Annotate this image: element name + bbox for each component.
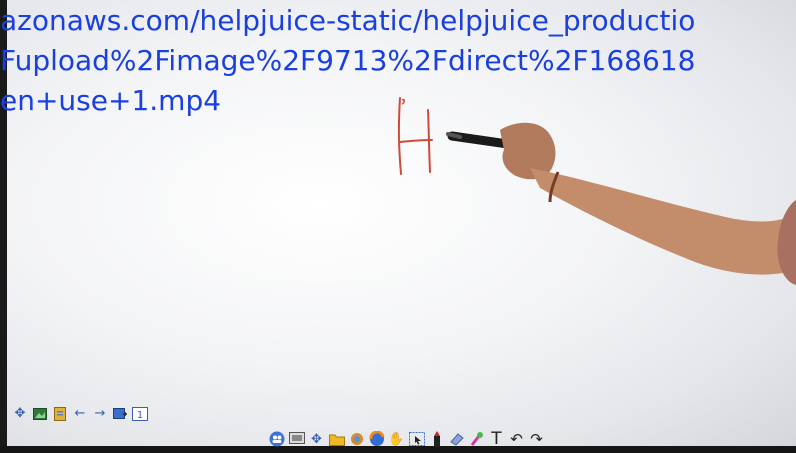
users-icon[interactable] <box>268 431 285 448</box>
browser-icon[interactable] <box>368 431 385 448</box>
move-icon[interactable]: ✥ <box>12 406 28 422</box>
file-icon[interactable] <box>52 406 68 422</box>
select-icon[interactable] <box>408 431 425 448</box>
page-number-icon[interactable]: 1 <box>132 406 148 422</box>
url-overlay-line-2: Fupload%2Fimage%2F9713%2Fdirect%2F168618 <box>0 44 696 77</box>
page-toolbar: ✥ ← → 1 <box>12 404 148 424</box>
pen-icon[interactable] <box>428 430 445 448</box>
brush-icon[interactable] <box>468 431 485 448</box>
presenter-arm <box>446 122 796 285</box>
redo-icon[interactable]: ↷ <box>528 430 545 448</box>
url-overlay-line-3: en+use+1.mp4 <box>0 84 222 117</box>
folder-icon[interactable] <box>328 431 345 448</box>
move-icon[interactable]: ✥ <box>308 431 325 448</box>
whiteboard-toolbar: ✥ ✋ T ↶ ↷ <box>268 429 545 449</box>
add-page-icon[interactable] <box>112 406 128 422</box>
text-icon[interactable]: T <box>488 430 505 448</box>
page-number: 1 <box>137 410 143 421</box>
screen-icon[interactable] <box>288 431 305 448</box>
back-arrow-icon[interactable]: ← <box>72 406 88 422</box>
gear-icon[interactable] <box>348 431 365 448</box>
hand-icon[interactable]: ✋ <box>388 431 405 448</box>
undo-icon[interactable]: ↶ <box>508 430 525 448</box>
image-icon[interactable] <box>32 406 48 422</box>
eraser-icon[interactable] <box>448 431 465 448</box>
url-overlay-line-1: azonaws.com/helpjuice-static/helpjuice_p… <box>0 4 696 37</box>
forward-arrow-icon[interactable]: → <box>92 406 108 422</box>
